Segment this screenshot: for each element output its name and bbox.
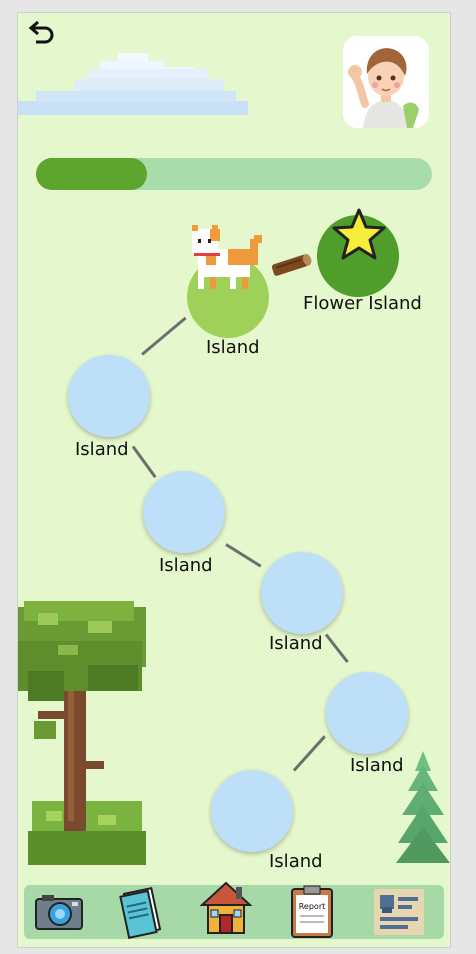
tree-decoration bbox=[18, 601, 146, 865]
nav-camera[interactable] bbox=[28, 885, 88, 939]
island-label: Flower Island bbox=[303, 293, 422, 314]
id-card-icon bbox=[374, 889, 424, 935]
nav-notebook[interactable] bbox=[110, 885, 170, 940]
nav-profile-card[interactable] bbox=[368, 885, 428, 939]
island-node[interactable] bbox=[261, 552, 343, 634]
person-waving-icon bbox=[348, 48, 419, 128]
island-label: Island bbox=[75, 439, 129, 460]
path-connector bbox=[225, 543, 262, 568]
log-decoration bbox=[271, 253, 312, 276]
notebook-icon bbox=[119, 886, 162, 940]
path-connector bbox=[292, 735, 326, 772]
app-screen: Island Flower Island Island Island Islan… bbox=[17, 12, 451, 948]
report-clipboard-icon: Report bbox=[291, 885, 333, 938]
path-connector bbox=[141, 316, 187, 356]
nav-report[interactable]: Report bbox=[282, 885, 342, 939]
cat-icon bbox=[192, 225, 262, 289]
back-button[interactable] bbox=[26, 19, 56, 49]
camera-icon bbox=[35, 895, 83, 930]
progress-fill bbox=[36, 158, 147, 190]
progress-bar bbox=[36, 158, 432, 190]
cloud-decoration bbox=[18, 53, 248, 115]
path-connector bbox=[324, 633, 349, 664]
island-node[interactable] bbox=[143, 471, 225, 553]
island-label: Island bbox=[269, 633, 323, 654]
island-label: Island bbox=[206, 337, 260, 358]
house-icon bbox=[199, 881, 253, 934]
avatar[interactable] bbox=[343, 36, 429, 128]
fern-decoration bbox=[396, 751, 450, 863]
island-node[interactable] bbox=[68, 355, 150, 437]
nav-home[interactable] bbox=[196, 881, 256, 939]
star-icon bbox=[332, 208, 386, 260]
island-node[interactable] bbox=[211, 770, 293, 852]
island-node[interactable] bbox=[326, 672, 408, 754]
path-connector bbox=[131, 445, 157, 479]
island-label: Island bbox=[269, 851, 323, 872]
island-label: Island bbox=[159, 555, 213, 576]
undo-arrow-icon bbox=[28, 20, 54, 44]
report-label: Report bbox=[299, 902, 326, 911]
bottom-nav-bar: Report bbox=[24, 881, 444, 940]
